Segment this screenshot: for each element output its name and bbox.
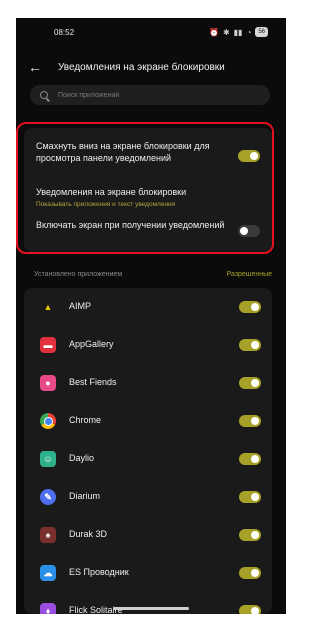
app-name: Diarium xyxy=(69,491,101,501)
app-toggle[interactable] xyxy=(239,529,261,541)
bestfiends-icon: ● xyxy=(40,375,56,391)
section-label: Установлено приложением xyxy=(34,271,123,278)
bluetooth-icon: ✱ xyxy=(222,27,230,37)
app-toggle[interactable] xyxy=(239,301,261,313)
app-toggle[interactable] xyxy=(239,339,261,351)
phone-screen: 08:52 ⏰ ✱ ▮▮ ◔ 56 ← Уведомления на экран… xyxy=(16,18,286,614)
status-icons: ⏰ ✱ ▮▮ ◔ 56 xyxy=(209,27,268,37)
app-name: Daylio xyxy=(69,453,95,463)
daylio-icon: ☺ xyxy=(40,451,56,467)
red-highlight-frame xyxy=(16,122,274,254)
list-item[interactable]: ● Best Fiends xyxy=(24,364,272,402)
gesture-nav-bar[interactable] xyxy=(113,607,189,610)
section-sort-label[interactable]: Разрешенные xyxy=(227,271,272,278)
page-title: Уведомления на экране блокировки xyxy=(58,61,225,73)
search-input[interactable] xyxy=(56,90,260,100)
status-time: 08:52 xyxy=(54,28,75,37)
app-toggle[interactable] xyxy=(239,491,261,503)
diarium-icon: ✎ xyxy=(40,489,56,505)
app-name: Durak 3D xyxy=(69,529,108,539)
alarm-icon: ⏰ xyxy=(208,27,219,37)
list-item[interactable]: ✎ Diarium xyxy=(24,478,272,516)
app-name: Best Fiends xyxy=(69,377,117,387)
app-name: AppGallery xyxy=(69,339,114,349)
app-name: AIMP xyxy=(69,301,92,311)
list-item[interactable]: Chrome xyxy=(24,402,272,440)
header: ← Уведомления на экране блокировки xyxy=(16,52,286,82)
search-bar[interactable] xyxy=(30,85,270,105)
aimp-icon: ▲ xyxy=(40,299,56,315)
list-item[interactable]: ♠ Durak 3D xyxy=(24,516,272,554)
appgallery-icon: ▬ xyxy=(40,337,56,353)
back-arrow-icon[interactable]: ← xyxy=(28,60,46,74)
battery-icon: 56 xyxy=(255,27,268,37)
list-item[interactable]: ▲ AIMP xyxy=(24,288,272,326)
durak-icon: ♠ xyxy=(40,527,56,543)
app-name: ES Проводник xyxy=(69,567,129,577)
search-icon xyxy=(40,91,48,99)
signal-icon: ▮▮ xyxy=(233,27,243,37)
list-item[interactable]: ☁ ES Проводник xyxy=(24,554,272,592)
chrome-icon xyxy=(40,413,56,429)
status-bar: 08:52 ⏰ ✱ ▮▮ ◔ 56 xyxy=(16,18,286,48)
app-toggle[interactable] xyxy=(239,415,261,427)
wifi-icon: ◔ xyxy=(246,27,252,37)
app-list: ▲ AIMP ▬ AppGallery ● Best Fiends Chrome… xyxy=(24,288,272,614)
app-toggle[interactable] xyxy=(239,605,261,614)
app-name: Chrome xyxy=(69,415,102,425)
app-toggle[interactable] xyxy=(239,453,261,465)
list-item[interactable]: ▬ AppGallery xyxy=(24,326,272,364)
esexplorer-icon: ☁ xyxy=(40,565,56,581)
app-toggle[interactable] xyxy=(239,567,261,579)
list-item[interactable]: ☺ Daylio xyxy=(24,440,272,478)
list-item[interactable]: ♦ Flick Solitaire xyxy=(24,592,272,614)
app-toggle[interactable] xyxy=(239,377,261,389)
flick-icon: ♦ xyxy=(40,603,56,614)
